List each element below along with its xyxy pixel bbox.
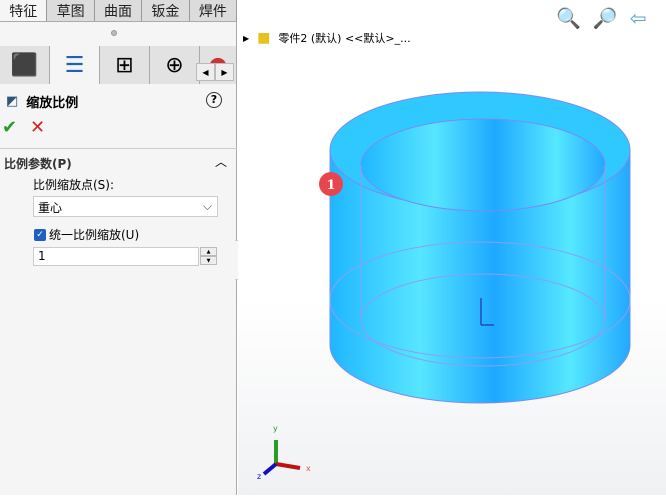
graphics-area[interactable]: 1 y x z <box>238 0 666 495</box>
scale-factor-input[interactable]: 1 <box>33 247 199 266</box>
property-manager-panel: 特征 草图 曲面 钣金 焊件 ⬛ ☰ ⊞ ⊕ ● ◀▶ ◩缩放比例 ? ✔ ✕ … <box>0 0 238 495</box>
svg-text:z: z <box>257 472 261 481</box>
part-icon: ■ <box>257 30 271 46</box>
spin-down-button[interactable]: ▼ <box>200 256 217 265</box>
svg-text:1: 1 <box>326 178 335 193</box>
feature-tree-flyout[interactable]: ▶ ■ 零件2 (默认) <<默认>_... <box>243 30 411 46</box>
previous-view-icon[interactable]: ⇦ <box>630 6 647 30</box>
scale-factor-spinner[interactable]: ▲ ▼ <box>200 247 217 266</box>
scale-icon: ◩ <box>6 94 19 109</box>
part-icon: ⬛ <box>10 52 39 78</box>
crosshair-icon: ⊕ <box>165 52 184 78</box>
tab-features[interactable]: 特征 <box>0 0 48 21</box>
cylinder-inner-hole <box>360 118 606 212</box>
ok-button[interactable]: ✔ <box>2 117 17 138</box>
scale-point-label: 比例缩放点(S): <box>33 178 115 192</box>
property-manager-tab[interactable]: ☰ <box>50 46 100 84</box>
tree-icon: ⊞ <box>115 52 134 78</box>
tab-sketch[interactable]: 草图 <box>47 0 95 21</box>
tab-weldments[interactable]: 焊件 <box>190 0 238 21</box>
command-manager-tabs: 特征 草图 曲面 钣金 焊件 <box>0 0 238 22</box>
checkbox-checked-icon: ✓ <box>34 228 46 241</box>
cylinder-model: 1 y x z <box>257 91 631 481</box>
configuration-manager-tab[interactable]: ⊞ <box>100 46 150 84</box>
svg-text:x: x <box>306 464 311 473</box>
list-icon: ☰ <box>64 52 85 78</box>
chevron-down-icon: ⌵ <box>202 199 212 213</box>
dimxpert-manager-tab[interactable]: ⊕ <box>150 46 200 84</box>
divider <box>0 148 237 149</box>
help-button[interactable]: ? <box>206 92 222 108</box>
view-toolbar: 🔍 🔎 ⇦ <box>556 6 647 30</box>
scroll-left-button[interactable]: ◀ <box>196 63 215 81</box>
section-title[interactable]: 比例参数(P) <box>4 155 72 172</box>
scroll-right-button[interactable]: ▶ <box>215 63 234 81</box>
svg-text:y: y <box>273 424 278 433</box>
expand-arrow-icon[interactable]: ▶ <box>243 34 249 43</box>
collapse-chevron-icon[interactable]: ︿ <box>215 153 227 170</box>
panel-grip[interactable] <box>111 30 117 36</box>
feature-title: ◩ 缩放比例 <box>6 94 79 111</box>
tab-sheet-metal[interactable]: 钣金 <box>142 0 190 21</box>
cancel-button[interactable]: ✕ <box>30 117 45 138</box>
spin-up-button[interactable]: ▲ <box>200 247 217 256</box>
uniform-scale-checkbox[interactable]: ✓ 统一比例缩放(U) <box>34 226 139 243</box>
triad-icon: y x z <box>257 424 311 481</box>
tab-surfaces[interactable]: 曲面 <box>95 0 143 21</box>
zoom-to-fit-icon[interactable]: 🔍 <box>556 6 581 30</box>
zoom-to-area-icon[interactable]: 🔎 <box>593 6 618 30</box>
feature-manager-tab[interactable]: ⬛ <box>0 46 50 84</box>
scale-point-select[interactable]: 重心 ⌵ <box>33 196 218 217</box>
